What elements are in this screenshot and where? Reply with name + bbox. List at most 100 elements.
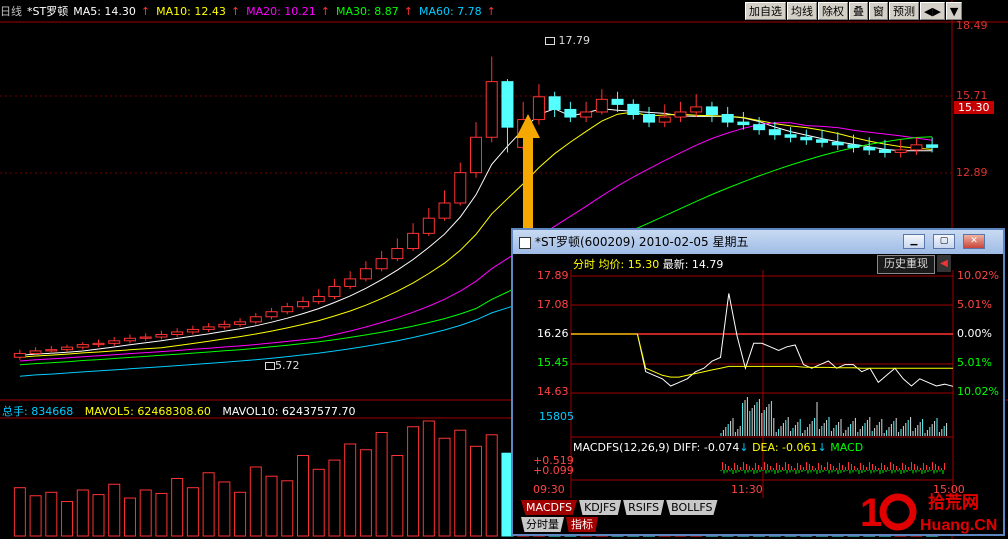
candle-body xyxy=(139,336,152,339)
volume-bar xyxy=(328,459,341,537)
svg-text:Huang.CN: Huang.CN xyxy=(920,517,997,534)
popup-price-tick-1: 17.08 xyxy=(537,298,569,311)
stock-name: *ST罗顿 xyxy=(27,5,69,18)
ma-value-3: MA30: 8.87 xyxy=(336,4,399,18)
ma-values: MA5: 14.30 ↑ MA10: 12.43 ↑ MA20: 10.21 ↑ MA30:… xyxy=(73,4,496,18)
candle-body xyxy=(705,106,718,115)
toolbar-button-4[interactable]: 窗 xyxy=(869,2,888,20)
svg-text:拾荒网: 拾荒网 xyxy=(928,492,979,513)
toolbar-button-6[interactable]: ◀▶ xyxy=(920,2,945,20)
ma-value-4: MA60: 7.78 xyxy=(418,4,482,18)
candle-body xyxy=(863,146,876,151)
ma-value-2: MA20: 10.21 xyxy=(246,4,316,18)
volume-bar xyxy=(92,494,105,537)
candle-body xyxy=(595,98,608,113)
volume-bar xyxy=(218,481,231,537)
candle-body xyxy=(564,108,577,118)
candle-body xyxy=(171,331,184,335)
candle-body xyxy=(438,202,451,219)
volume-bar xyxy=(344,443,357,537)
candle-body xyxy=(375,258,388,270)
popup-price-tick-0: 17.89 xyxy=(537,269,569,282)
indicator-header: 日线 *ST罗顿 MA5: 14.30 ↑ MA10: 12.43 ↑ MA20: 10… xyxy=(0,0,742,22)
volume-header: 总手: 834668 MAVOL5: 62468308.60 MAVOL10: … xyxy=(2,405,356,418)
popup-price-tick-4: 14.63 xyxy=(537,385,569,398)
candle-body xyxy=(454,172,467,204)
volume-bar xyxy=(485,434,498,537)
tab-kdjfs[interactable]: KDJFS xyxy=(579,500,622,515)
candle-body xyxy=(847,144,860,148)
toolbar-button-7[interactable]: ▼ xyxy=(945,2,963,20)
volume-bar xyxy=(359,449,372,537)
popup-price-tick-2: 16.26 xyxy=(537,327,569,340)
candle-body xyxy=(800,136,813,141)
candle-body xyxy=(265,311,278,318)
candle-body xyxy=(658,116,671,123)
volume-bar xyxy=(249,466,262,537)
time-label-noon: 11:30 xyxy=(731,483,763,496)
candle-body xyxy=(391,248,404,260)
volume-bar xyxy=(407,426,420,537)
toolbar-button-0[interactable]: 加自选 xyxy=(745,2,786,20)
volume-bar xyxy=(123,497,136,537)
volume-bar xyxy=(29,495,42,537)
candle-body xyxy=(234,321,247,325)
candle-body xyxy=(674,111,687,118)
candle-body xyxy=(753,124,766,131)
volume-bar xyxy=(61,501,74,537)
volume-bar xyxy=(45,491,58,537)
macd-axis-bottom: +0.099 xyxy=(533,464,574,477)
candle-body xyxy=(328,285,341,298)
bottom-tab-0[interactable]: 分时量 xyxy=(521,517,564,532)
bottom-tabs: 分时量 指标 xyxy=(521,517,600,532)
candle-body xyxy=(249,316,262,323)
candle-body xyxy=(469,136,483,174)
candle-body xyxy=(218,323,231,328)
volume-bar xyxy=(281,480,294,537)
volume-bar xyxy=(186,487,199,537)
ma-value-1: MA10: 12.43 xyxy=(156,4,226,18)
volume-bar xyxy=(296,455,309,537)
ma-value-0: MA5: 14.30 xyxy=(73,4,136,18)
arrow-annotation xyxy=(516,114,540,236)
current-price-badge: 15.30 xyxy=(954,101,994,114)
candle-body xyxy=(76,344,89,348)
volume-bar xyxy=(265,475,278,537)
tab-bollfs[interactable]: BOLLFS xyxy=(666,500,718,515)
candle-body xyxy=(643,114,656,123)
candle-body xyxy=(202,326,215,330)
volume-bar xyxy=(171,478,184,537)
candle-body xyxy=(312,296,325,303)
candle-body xyxy=(737,121,750,126)
candle-body xyxy=(768,129,781,136)
volume-bar xyxy=(375,432,388,537)
candle-body xyxy=(344,278,357,287)
popup-pct-tick-1: 5.01% xyxy=(957,298,992,311)
volume-bar xyxy=(76,489,89,537)
toolbar-button-2[interactable]: 除权 xyxy=(818,2,848,20)
volume-bar xyxy=(139,489,152,537)
tab-macdfs[interactable]: MACDFS xyxy=(521,500,578,515)
watermark-logo: 1 拾荒网 Huang.CN xyxy=(860,491,997,535)
candle-body xyxy=(186,328,199,333)
volume-bar xyxy=(438,437,451,537)
svg-text:1: 1 xyxy=(860,491,882,535)
toolbar-button-1[interactable]: 均线 xyxy=(787,2,817,20)
history-replay-button[interactable]: 历史重现 xyxy=(877,255,935,274)
candle-body xyxy=(784,134,797,138)
history-nav-icon[interactable]: ◀ xyxy=(937,255,951,272)
volume-bar xyxy=(202,472,215,537)
candle-body xyxy=(611,98,624,105)
volume-bar xyxy=(108,483,121,537)
bottom-tab-1[interactable]: 指标 xyxy=(566,517,598,532)
candle-body xyxy=(92,342,105,346)
toolbar-button-3[interactable]: 叠 xyxy=(849,2,868,20)
toolbar-button-5[interactable]: 预测 xyxy=(889,2,919,20)
candle-body xyxy=(61,346,74,351)
tab-rsifs[interactable]: RSIFS xyxy=(623,500,665,515)
candle-body xyxy=(548,96,561,110)
volume-bar xyxy=(422,420,435,537)
time-label-open: 09:30 xyxy=(533,483,565,496)
candle-body xyxy=(878,149,891,153)
volume-bar xyxy=(391,455,404,537)
